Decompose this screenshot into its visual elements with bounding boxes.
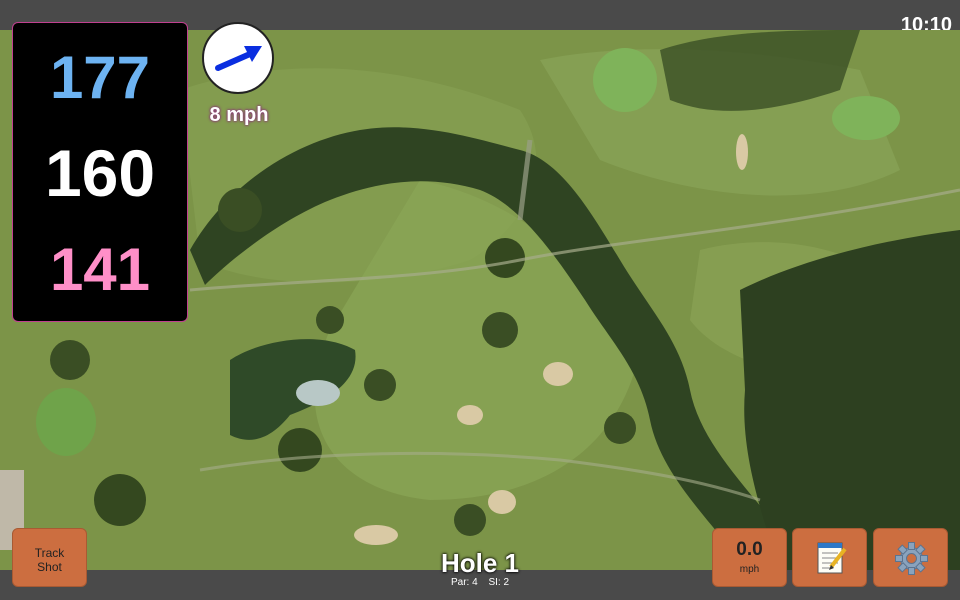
- notepad-icon: [817, 542, 847, 574]
- speed-value: 0.0: [736, 539, 763, 560]
- track-shot-label-1: Track: [34, 546, 65, 560]
- middle-distance: 160: [44, 136, 156, 210]
- hole-stroke-index: SI: 2: [488, 577, 510, 588]
- hole-info: Par: 4 SI: 2: [380, 577, 580, 588]
- speed-unit: mph: [739, 564, 760, 575]
- hole-par: Par: 4: [450, 577, 478, 588]
- speed-button[interactable]: 0.0 mph: [712, 528, 787, 587]
- wind-indicator: [202, 22, 274, 94]
- distance-panel: 177 160 141: [12, 22, 188, 322]
- front-distance: 141: [49, 236, 151, 303]
- back-distance: 177: [49, 44, 151, 111]
- hole-title: Hole 1: [440, 548, 520, 578]
- notes-button[interactable]: [792, 528, 867, 587]
- track-shot-button[interactable]: Track Shot: [12, 528, 87, 587]
- gear-icon: [895, 542, 928, 575]
- track-shot-label-2: Shot: [37, 560, 62, 574]
- wind-speed: 8 mph: [209, 104, 269, 126]
- settings-button[interactable]: [873, 528, 948, 587]
- wind-arrow-icon: [215, 46, 262, 71]
